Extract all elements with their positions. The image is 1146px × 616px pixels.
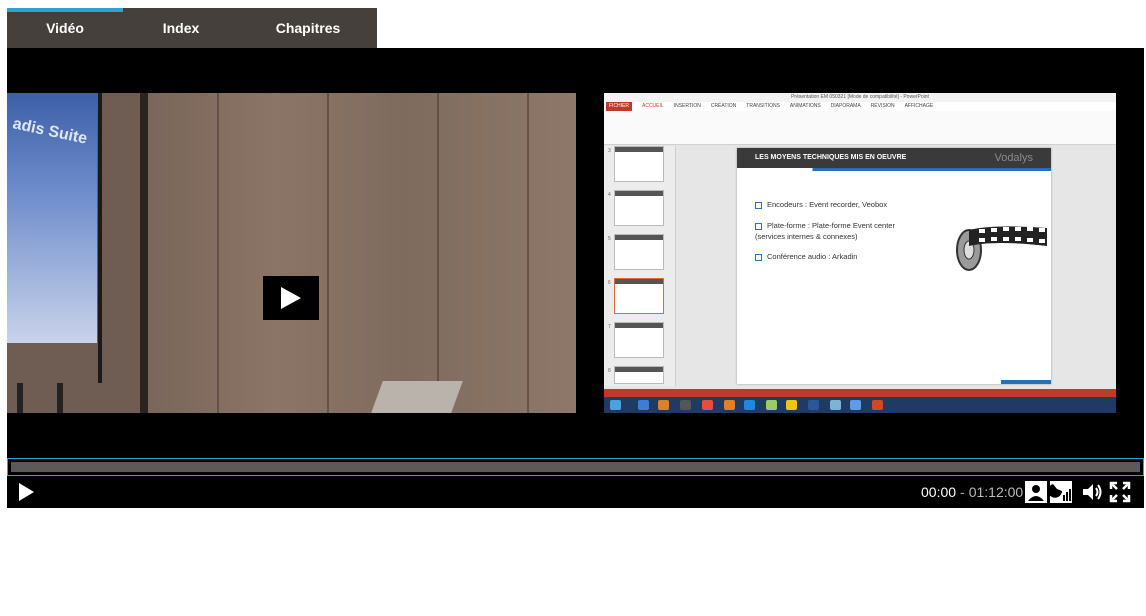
duration: 01:12:00 [968, 484, 1024, 500]
progress-bar[interactable] [7, 458, 1144, 476]
slide-thumbnails: 3 4 5 6 7 8 [604, 146, 676, 386]
fullscreen-icon[interactable] [1109, 481, 1131, 503]
menu-item: ANIMATIONS [789, 103, 821, 109]
menu-item: DIAPORAMA [830, 103, 861, 109]
slide-bullet: Encodeurs : Event recorder, Veobox [755, 200, 887, 210]
tab-bar: Vidéo Index Chapitres [7, 8, 377, 48]
slide-logo: Vodalys [994, 152, 1033, 164]
slides-video[interactable]: Présentation EM 050321 [Mode de compatib… [604, 93, 1116, 413]
menu-item: AFFICHAGE [904, 103, 934, 109]
time-separator: - [960, 484, 965, 500]
screen-stand [57, 383, 63, 413]
slide-bullet: Plate-forme : Plate-forme Event center [755, 221, 895, 231]
slide-heading-text: LES MOYENS TECHNIQUES MIS EN OEUVRE [755, 154, 907, 161]
folder-icon [786, 400, 797, 410]
wall-seam [437, 93, 439, 413]
app-icon [680, 400, 691, 410]
powerpoint-icon [872, 400, 883, 410]
skype-icon [744, 400, 755, 410]
thumb-number: 4 [608, 192, 611, 198]
thumb-number: 3 [608, 148, 611, 154]
slide-bullet-continuation: (services internes & connexes) [755, 232, 858, 241]
screen-stand [17, 383, 23, 413]
slide-thumbnail [614, 322, 664, 358]
menu-item: TRANSITIONS [746, 103, 780, 109]
app-icon [658, 400, 669, 410]
windows-start-icon [610, 400, 621, 410]
slide-footer-bar [1001, 380, 1051, 384]
powerpoint-status-bar [604, 389, 1116, 397]
wall-seam [527, 93, 529, 413]
slide-heading-line [737, 168, 1051, 171]
firefox-icon [724, 400, 735, 410]
slide-thumbnail [614, 234, 664, 270]
app-icon [850, 400, 861, 410]
menu-item: INSERTION [673, 103, 701, 109]
powerpoint-title: Présentation EM 050321 [Mode de compatib… [604, 93, 1116, 102]
wall-seam [217, 93, 219, 413]
windows-taskbar [604, 397, 1116, 413]
pole [140, 93, 148, 413]
thumb-number: 7 [608, 324, 611, 330]
word-icon [808, 400, 819, 410]
slide-thumbnail [614, 366, 664, 384]
play-icon [281, 287, 301, 309]
thumb-number: 5 [608, 236, 611, 242]
menu-item: CRÉATION [710, 103, 737, 109]
menu-item: FICHIER [606, 102, 632, 111]
current-slide: LES MOYENS TECHNIQUES MIS EN OEUVRE Voda… [737, 148, 1051, 384]
time-display: 00:00-01:12:00 [921, 484, 1023, 500]
play-icon[interactable] [17, 483, 35, 501]
tab-chapters[interactable]: Chapitres [239, 8, 377, 48]
app-icon [766, 400, 777, 410]
film-reel-icon [956, 226, 1047, 271]
wall [148, 93, 576, 413]
laptop [371, 381, 463, 413]
volume-icon[interactable] [1081, 481, 1103, 503]
thumb-number: 8 [608, 368, 611, 374]
slide-heading: LES MOYENS TECHNIQUES MIS EN OEUVRE Voda… [737, 148, 1051, 168]
control-bar: 00:00-01:12:00 [7, 476, 1144, 508]
wall-seam [327, 93, 329, 413]
current-time: 00:00 [921, 484, 957, 500]
tab-index[interactable]: Index [123, 8, 239, 48]
chrome-icon [702, 400, 713, 410]
slide-thumbnail [614, 190, 664, 226]
powerpoint-menu: FICHIER ACCUEIL INSERTION CRÉATION TRANS… [604, 102, 1116, 111]
app-icon [830, 400, 841, 410]
slides-view-icon[interactable] [1050, 481, 1072, 503]
progress-track [11, 462, 1140, 472]
big-play-button[interactable] [263, 276, 319, 320]
camera-video[interactable]: adis Suite [7, 93, 576, 413]
slide-thumbnail-selected [614, 278, 664, 314]
tab-video[interactable]: Vidéo [7, 8, 123, 48]
slide-thumbnail [614, 146, 664, 182]
thumb-number: 6 [608, 280, 611, 286]
powerpoint-ribbon [604, 111, 1116, 145]
slide-bullet: Conférence audio : Arkadin [755, 252, 857, 262]
video-player: adis Suite Présentation EM 050321 [Mode … [7, 48, 1144, 508]
person-view-icon[interactable] [1025, 481, 1047, 503]
ie-icon [638, 400, 649, 410]
menu-item: ACCUEIL [642, 103, 664, 109]
menu-item: RÉVISION [870, 103, 895, 109]
